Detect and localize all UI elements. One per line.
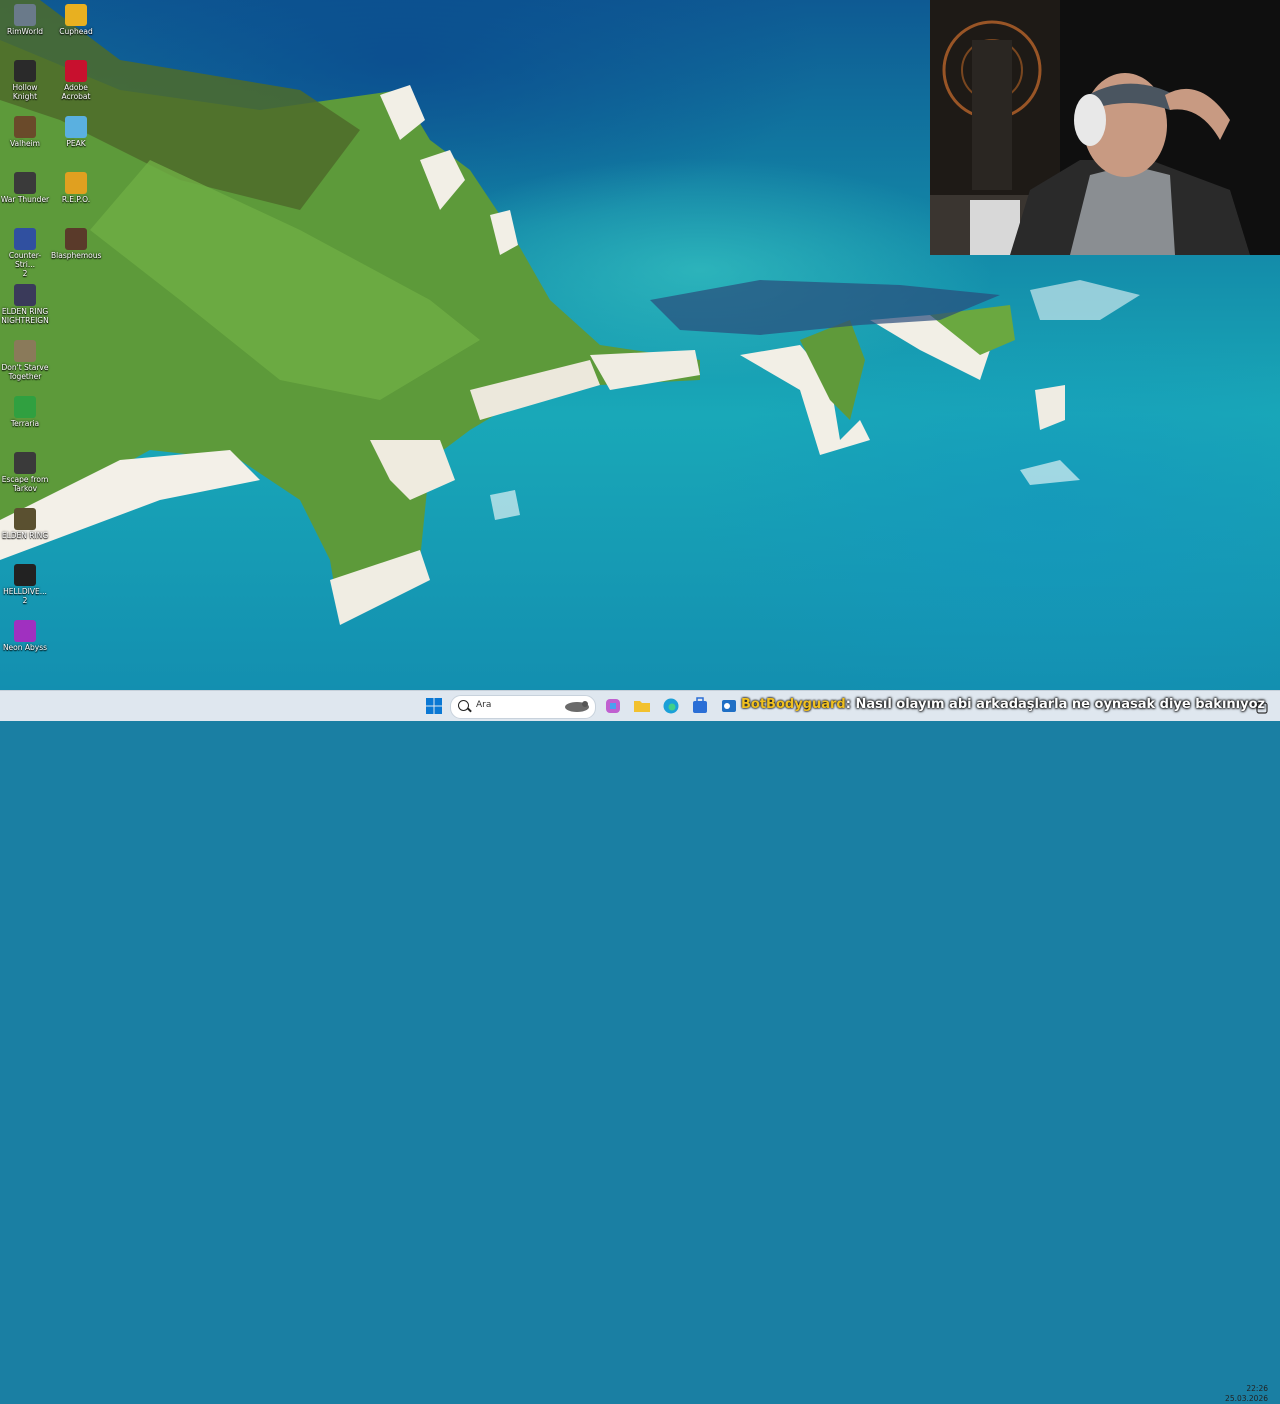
desktop-icon-label: ELDEN RING: [1, 531, 49, 540]
desktop-icon-label: Escape from Tarkov: [1, 475, 49, 493]
desktop-icon-helldivers-2[interactable]: HELLDIVE... 2: [0, 564, 50, 605]
valheim-icon: [14, 116, 36, 138]
counter-strike-2-icon: [14, 228, 36, 250]
desktop-icon-cuphead[interactable]: Cuphead: [51, 4, 101, 36]
edge-icon[interactable]: [661, 696, 681, 716]
desktop-icon-label: War Thunder: [0, 195, 50, 204]
chat-separator: :: [845, 697, 851, 712]
desktop-icon-peak[interactable]: PEAK: [51, 116, 101, 148]
rimworld-icon: [14, 4, 36, 26]
neon-abyss-icon: [14, 620, 36, 642]
webcam-feed-image: [930, 0, 1280, 255]
copilot-icon[interactable]: [603, 696, 623, 716]
desktop-icon-escape-from-tarkov[interactable]: Escape from Tarkov: [0, 452, 50, 493]
adobe-acrobat-icon: [65, 60, 87, 82]
webcam-overlay: [930, 0, 1280, 255]
desktop-icon-label: PEAK: [66, 139, 86, 148]
desktop-icon-rimworld[interactable]: RimWorld: [0, 4, 50, 36]
helldivers-2-icon: [14, 564, 36, 586]
clock-time: 22:26: [1246, 1384, 1268, 1393]
desktop-icon-war-thunder[interactable]: War Thunder: [0, 172, 50, 204]
terraria-icon: [14, 396, 36, 418]
desktop-icon-blasphemous[interactable]: Blasphemous: [51, 228, 101, 260]
desktop-icon-elden-ring-nightreign[interactable]: ELDEN RING NIGHTREIGN: [0, 284, 50, 325]
desktop-icon-elden-ring[interactable]: ELDEN RING: [0, 508, 50, 540]
search-box[interactable]: Ara: [450, 695, 596, 719]
desktop-icon-adobe-acrobat[interactable]: Adobe Acrobat: [51, 60, 101, 101]
desktop-icon-label: R.E.P.O.: [61, 195, 91, 204]
desktop-icon-label: Valheim: [10, 139, 40, 148]
desktop-icon-label: Neon Abyss: [2, 643, 48, 652]
chat-overlay: BotBodyguard: Nasıl olayım abi arkadaşla…: [741, 697, 1265, 715]
clock-date: 25.03.2026: [1225, 1394, 1268, 1403]
desktop-icon-label: Adobe Acrobat: [61, 83, 91, 101]
system-clock[interactable]: 22:26 25.03.2026: [1222, 1384, 1268, 1404]
desktop-icon-hollow-knight[interactable]: Hollow Knight: [0, 60, 50, 101]
cuphead-icon: [65, 4, 87, 26]
desktop-icon-label: RimWorld: [6, 27, 44, 36]
desktop-icon-counter-strike-2[interactable]: Counter-Stri... 2: [0, 228, 50, 278]
store-icon[interactable]: [690, 696, 710, 716]
desktop-icon-valheim[interactable]: Valheim: [0, 116, 50, 148]
search-highlight-icon: [565, 701, 589, 712]
desktop-icon-label: HELLDIVE... 2: [3, 587, 47, 605]
desktop-icon-repo[interactable]: R.E.P.O.: [51, 172, 101, 204]
dont-starve-together-icon: [14, 340, 36, 362]
escape-from-tarkov-icon: [14, 452, 36, 474]
file-explorer-icon[interactable]: [632, 696, 652, 716]
peak-icon: [65, 116, 87, 138]
elden-ring-nightreign-icon: [14, 284, 36, 306]
start-icon[interactable]: [424, 696, 444, 716]
desktop-icon-terraria[interactable]: Terraria: [0, 396, 50, 428]
search-placeholder: Ara: [476, 700, 492, 710]
search-icon: [458, 700, 469, 711]
desktop-icon-dont-starve-together[interactable]: Don't Starve Together: [0, 340, 50, 381]
desktop-icon-label: Terraria: [10, 419, 40, 428]
blasphemous-icon: [65, 228, 87, 250]
elden-ring-icon: [14, 508, 36, 530]
desktop-icon-label: Hollow Knight: [12, 83, 38, 101]
chat-message: Nasıl olayım abi arkadaşlarla ne oynasak…: [855, 697, 1266, 712]
desktop-icon-label: Don't Starve Together: [1, 363, 49, 381]
desktop-icon-label: Counter-Stri... 2: [8, 251, 42, 278]
desktop-icon-label: ELDEN RING NIGHTREIGN: [1, 307, 49, 325]
desktop-icon-label: Blasphemous: [51, 251, 102, 260]
war-thunder-icon: [14, 172, 36, 194]
outlook-icon[interactable]: [719, 696, 739, 716]
repo-icon: [65, 172, 87, 194]
desktop-icon-neon-abyss[interactable]: Neon Abyss: [0, 620, 50, 652]
hollow-knight-icon: [14, 60, 36, 82]
desktop-icon-label: Cuphead: [59, 27, 93, 36]
chat-username: BotBodyguard: [741, 697, 846, 712]
